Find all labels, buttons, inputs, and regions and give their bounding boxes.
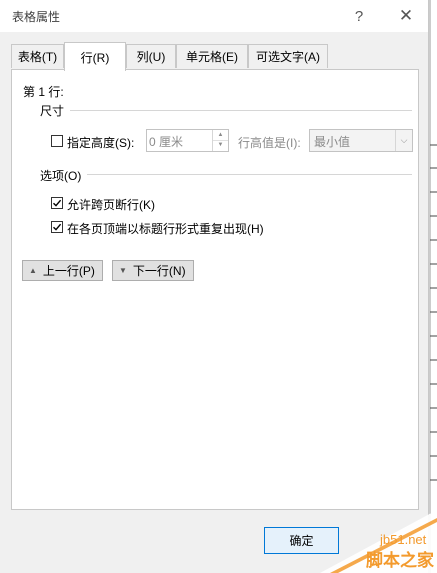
spin-down-icon[interactable]: ▼ xyxy=(213,140,228,150)
previous-row-label: 上一行(P) xyxy=(42,264,95,278)
dialog-title: 表格属性 xyxy=(12,10,61,24)
tab-row[interactable]: 行(R) xyxy=(64,42,126,71)
allow-row-break-label: 允许跨页断行(K) xyxy=(67,198,155,212)
triangle-down-icon: ▼ xyxy=(119,266,127,275)
triangle-up-icon: ▲ xyxy=(29,266,37,275)
allow-row-break-checkbox[interactable] xyxy=(51,197,63,209)
chevron-down-icon: ⌵ xyxy=(395,130,412,151)
size-section-label: 尺寸 xyxy=(40,104,65,118)
checkmark-icon xyxy=(53,223,62,231)
tab-alt-text[interactable]: 可选文字(A) xyxy=(248,44,328,68)
options-section-label: 选项(O) xyxy=(40,169,82,183)
help-button[interactable]: ? xyxy=(345,4,373,28)
document-table-edge xyxy=(429,0,437,573)
next-row-button[interactable]: ▼ 下一行(N) xyxy=(112,260,194,281)
site-watermark: jb51.net 脚本之家 xyxy=(320,510,437,573)
title-bar: 表格属性 ? ✕ xyxy=(0,0,428,32)
tab-cell[interactable]: 单元格(E) xyxy=(176,44,248,68)
height-spinner[interactable]: 0 厘米 ▲ ▼ xyxy=(146,129,229,152)
options-divider xyxy=(87,174,412,175)
repeat-header-row-checkbox[interactable] xyxy=(51,221,63,233)
specify-height-label: 指定高度(S): xyxy=(67,136,135,150)
row-height-is-label: 行高值是(I): xyxy=(238,136,301,150)
tab-table[interactable]: 表格(T) xyxy=(11,44,64,68)
watermark-site-text: jb51.net xyxy=(379,532,427,547)
close-button[interactable]: ✕ xyxy=(392,4,420,28)
row-height-rule-select[interactable]: 最小值 ⌵ xyxy=(309,129,413,152)
row-tab-panel: 第 1 行: 尺寸 指定高度(S): 0 厘米 ▲ ▼ 行高值是(I): 最小值… xyxy=(11,69,419,510)
next-row-label: 下一行(N) xyxy=(132,264,186,278)
row-number-label: 第 1 行: xyxy=(23,85,64,99)
row-height-rule-value: 最小值 xyxy=(314,135,351,149)
height-value: 0 厘米 xyxy=(149,135,184,149)
checkmark-icon xyxy=(53,199,62,207)
table-properties-dialog: 表格属性 ? ✕ 表格(T) 行(R) 列(U) 单元格(E) 可选文字(A) … xyxy=(0,0,429,573)
size-divider xyxy=(70,110,412,111)
tab-column[interactable]: 列(U) xyxy=(126,44,176,68)
repeat-header-row-label: 在各页顶端以标题行形式重复出现(H) xyxy=(67,222,264,236)
specify-height-checkbox[interactable] xyxy=(51,135,63,147)
watermark-brand-text: 脚本之家 xyxy=(366,550,434,571)
previous-row-button[interactable]: ▲ 上一行(P) xyxy=(22,260,103,281)
spinner-buttons: ▲ ▼ xyxy=(212,130,228,151)
